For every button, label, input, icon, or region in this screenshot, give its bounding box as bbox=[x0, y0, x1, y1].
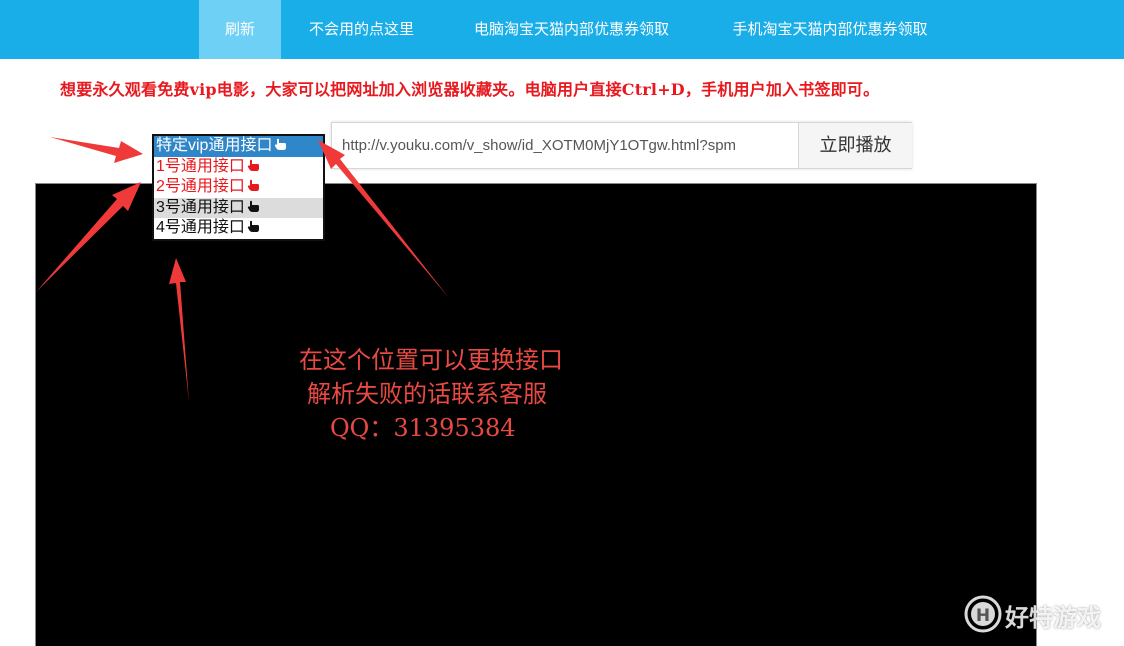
hand-pointer-icon bbox=[247, 221, 259, 233]
play-now-button[interactable]: 立即播放 bbox=[798, 123, 912, 168]
interface-option-vip[interactable]: 特定vip通用接口 bbox=[154, 136, 323, 157]
hand-pointer-icon bbox=[247, 159, 259, 171]
url-input-group: 立即播放 bbox=[331, 122, 912, 169]
top-navigation-bar: 刷新 不会用的点这里 电脑淘宝天猫内部优惠券领取 手机淘宝天猫内部优惠券领取 bbox=[0, 0, 1124, 59]
nav-pc-coupons[interactable]: 电脑淘宝天猫内部优惠券领取 bbox=[442, 0, 701, 59]
option-label: 1号通用接口 bbox=[156, 157, 245, 175]
annotation-qq-number: QQ：31395384 bbox=[330, 414, 516, 442]
hand-pointer-icon bbox=[247, 179, 259, 192]
watermark-text: 好特游戏 bbox=[1005, 604, 1101, 632]
interface-select-dropdown[interactable]: 特定vip通用接口 1号通用接口 2号通用接口 3号通用接口 4号通用接口 bbox=[152, 134, 325, 241]
nav-refresh[interactable]: 刷新 bbox=[199, 0, 281, 59]
interface-option-3[interactable]: 3号通用接口 bbox=[154, 197, 323, 219]
svg-text:H: H bbox=[976, 606, 990, 626]
interface-option-2[interactable]: 2号通用接口 bbox=[154, 177, 323, 198]
hand-pointer-icon bbox=[247, 200, 259, 212]
red-arrow-icon bbox=[50, 137, 143, 163]
bookmark-notice: 想要永久观看免费vip电影，大家可以把网址加入浏览器收藏夹。电脑用户直接Ctrl… bbox=[60, 80, 880, 99]
interface-option-4[interactable]: 4号通用接口 bbox=[154, 218, 323, 239]
annotation-change-interface: 在这个位置可以更换接口 bbox=[299, 346, 563, 374]
video-player[interactable] bbox=[35, 183, 1037, 646]
hand-pointer-icon bbox=[275, 138, 287, 150]
option-label: 3号通用接口 bbox=[156, 198, 245, 216]
video-url-input[interactable] bbox=[342, 129, 798, 162]
option-label: 特定vip通用接口 bbox=[156, 137, 273, 154]
nav-help[interactable]: 不会用的点这里 bbox=[281, 0, 442, 59]
option-label: 2号通用接口 bbox=[156, 178, 245, 196]
option-label: 4号通用接口 bbox=[156, 219, 245, 237]
interface-option-1[interactable]: 1号通用接口 bbox=[154, 157, 323, 178]
watermark-logo-icon: H bbox=[964, 595, 1002, 633]
annotation-contact-support: 解析失败的话联系客服 bbox=[307, 380, 547, 408]
nav-mobile-coupons[interactable]: 手机淘宝天猫内部优惠券领取 bbox=[701, 0, 959, 59]
site-watermark: H 好特游戏 bbox=[963, 592, 1123, 636]
